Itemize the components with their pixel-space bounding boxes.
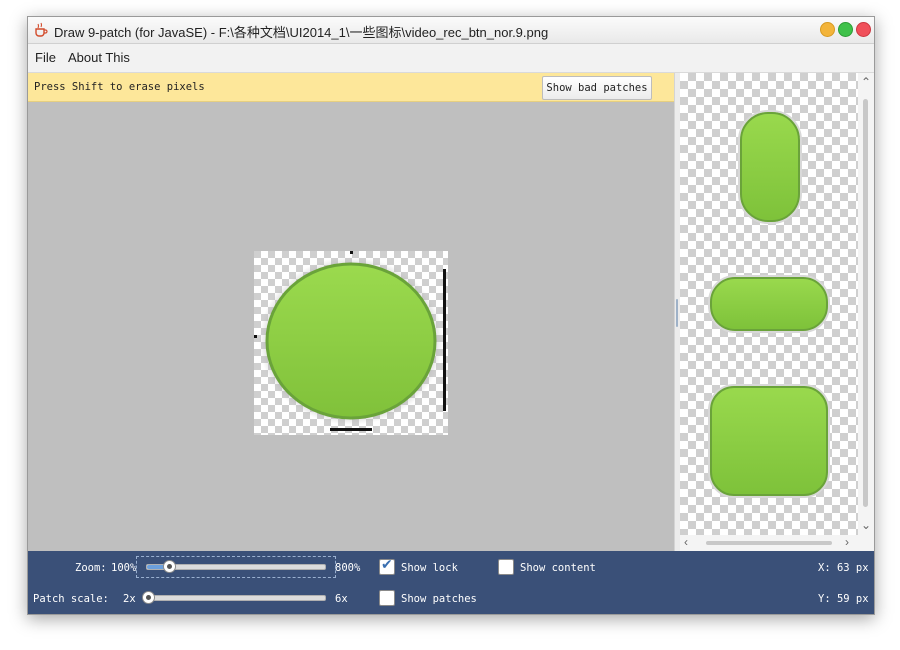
show-content-label: Show content <box>520 562 596 574</box>
editor-canvas[interactable]: Press Shift to erase pixels Show bad pat… <box>28 73 674 551</box>
zoom-max-label: 800% <box>335 562 361 574</box>
status-bar: Zoom: 100% 800% ✔ Show lock Show content… <box>28 551 874 614</box>
preview-horizontal-scrollbar[interactable]: ‹ › <box>680 535 858 551</box>
patch-scale-max-label: 6x <box>335 593 348 605</box>
vertical-scroll-thumb[interactable] <box>863 99 868 507</box>
menu-bar: File About This <box>28 44 874 73</box>
preview-area <box>680 73 858 535</box>
zoom-min-label: 100% <box>111 562 137 574</box>
x-coordinate-readout: X: 63 px <box>818 562 869 574</box>
maximize-button[interactable] <box>838 22 853 37</box>
app-window: Draw 9-patch (for JavaSE) - F:\各种文档\UI20… <box>27 16 875 615</box>
patch-scale-slider[interactable] <box>146 595 326 601</box>
preview-vertical-scrollbar[interactable]: ⌃ ⌄ <box>858 73 874 535</box>
coffee-cup-icon <box>35 22 48 37</box>
patch-scale-label: Patch scale: <box>33 593 109 605</box>
chevron-right-icon[interactable]: › <box>845 536 849 548</box>
chevron-left-icon[interactable]: ‹ <box>684 536 688 548</box>
title-bar[interactable]: Draw 9-patch (for JavaSE) - F:\各种文档\UI20… <box>28 17 874 44</box>
hint-text: Press Shift to erase pixels <box>34 81 205 93</box>
show-patches-checkbox[interactable] <box>379 590 395 606</box>
checkmark-icon: ✔ <box>381 557 393 573</box>
nine-patch-image[interactable] <box>254 251 448 435</box>
horizontal-scroll-thumb[interactable] <box>706 541 832 545</box>
chevron-up-icon[interactable]: ⌃ <box>861 76 871 88</box>
preview-pane: ⌃ ⌄ ‹ › <box>680 73 874 551</box>
divider-handle[interactable] <box>676 299 678 327</box>
menu-file[interactable]: File <box>35 50 56 65</box>
show-lock-label: Show lock <box>401 562 458 574</box>
patch-scale-slider-thumb[interactable] <box>142 591 155 604</box>
chevron-down-icon[interactable]: ⌄ <box>861 519 871 531</box>
window-title: Draw 9-patch (for JavaSE) - F:\各种文档\UI20… <box>54 25 549 40</box>
preview-vertical-stretch <box>740 112 800 222</box>
patch-scale-min-label: 2x <box>123 593 136 605</box>
show-lock-checkbox[interactable]: ✔ <box>379 557 395 575</box>
show-patches-label: Show patches <box>401 593 477 605</box>
preview-horizontal-stretch <box>710 277 828 331</box>
preview-both-stretch <box>710 386 828 496</box>
show-content-checkbox[interactable] <box>498 559 514 575</box>
hint-bar: Press Shift to erase pixels Show bad pat… <box>28 73 674 102</box>
zoom-label: Zoom: <box>75 562 107 574</box>
close-button[interactable] <box>856 22 871 37</box>
show-bad-patches-button[interactable]: Show bad patches <box>542 76 652 100</box>
zoom-slider-thumb[interactable] <box>163 560 176 573</box>
minimize-button[interactable] <box>820 22 835 37</box>
y-coordinate-readout: Y: 59 px <box>818 593 869 605</box>
menu-about[interactable]: About This <box>68 50 130 65</box>
